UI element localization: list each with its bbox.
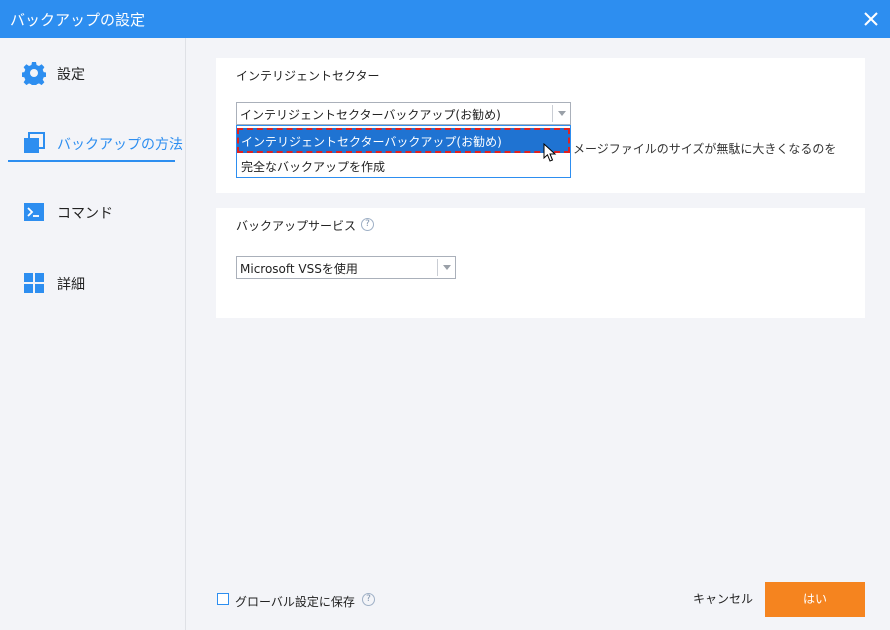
sidebar-item-command[interactable]: コマンド xyxy=(0,192,186,232)
ok-button[interactable]: はい xyxy=(765,582,865,617)
dropdown-option-intelligent[interactable]: インテリジェントセクターバックアップ(お勧め) xyxy=(237,128,570,153)
save-global-label: グローバル設定に保存 xyxy=(235,595,355,609)
intelligent-sector-description: メージファイルのサイズが無駄に大きくなるのを xyxy=(573,142,837,156)
dropdown-option-label: インテリジェントセクターバックアップ(お勧め) xyxy=(241,135,502,149)
sidebar-item-label: 設定 xyxy=(57,67,85,83)
chevron-down-icon[interactable] xyxy=(437,259,455,276)
backup-service-value: Microsoft VSSを使用 xyxy=(240,262,358,276)
intelligent-sector-title: インテリジェントセクター xyxy=(236,69,380,83)
grid-icon xyxy=(24,273,44,293)
backup-mode-value: インテリジェントセクターバックアップ(お勧め) xyxy=(240,108,501,122)
copy-icon xyxy=(24,132,45,153)
sidebar-item-advanced[interactable]: 詳細 xyxy=(0,263,186,303)
dropdown-option-label: 完全なバックアップを作成 xyxy=(241,160,386,174)
backup-service-select[interactable]: Microsoft VSSを使用 xyxy=(236,256,456,279)
sidebar-item-settings[interactable]: 設定 xyxy=(0,53,186,93)
dropdown-option-full[interactable]: 完全なバックアップを作成 xyxy=(237,153,570,178)
help-icon[interactable]: ? xyxy=(361,218,374,231)
backup-mode-dropdown: インテリジェントセクターバックアップ(お勧め) 完全なバックアップを作成 xyxy=(236,125,571,178)
sidebar-item-label: コマンド xyxy=(57,206,113,222)
window-title: バックアップの設定 xyxy=(10,11,146,29)
active-indicator xyxy=(8,160,175,162)
save-global-checkbox[interactable] xyxy=(217,593,229,605)
terminal-icon xyxy=(24,203,44,221)
cancel-button[interactable]: キャンセル xyxy=(682,583,764,616)
help-icon[interactable]: ? xyxy=(362,593,375,606)
sidebar-item-backup-method[interactable]: バックアップの方法 xyxy=(0,123,186,163)
close-icon[interactable] xyxy=(858,6,884,32)
backup-mode-select[interactable]: インテリジェントセクターバックアップ(お勧め) xyxy=(236,102,571,125)
backup-service-card: バックアップサービス ? Microsoft VSSを使用 xyxy=(216,208,865,318)
mouse-cursor-icon xyxy=(543,143,557,162)
chevron-down-icon[interactable] xyxy=(552,105,570,122)
title-bar: バックアップの設定 xyxy=(0,0,890,38)
sidebar-item-label: バックアップの方法 xyxy=(57,137,183,153)
sidebar-item-label: 詳細 xyxy=(57,277,85,293)
gear-icon xyxy=(22,62,46,85)
sidebar: 設定 バックアップの方法 コマンド 詳細 xyxy=(0,38,186,630)
backup-service-title: バックアップサービス xyxy=(236,219,357,233)
